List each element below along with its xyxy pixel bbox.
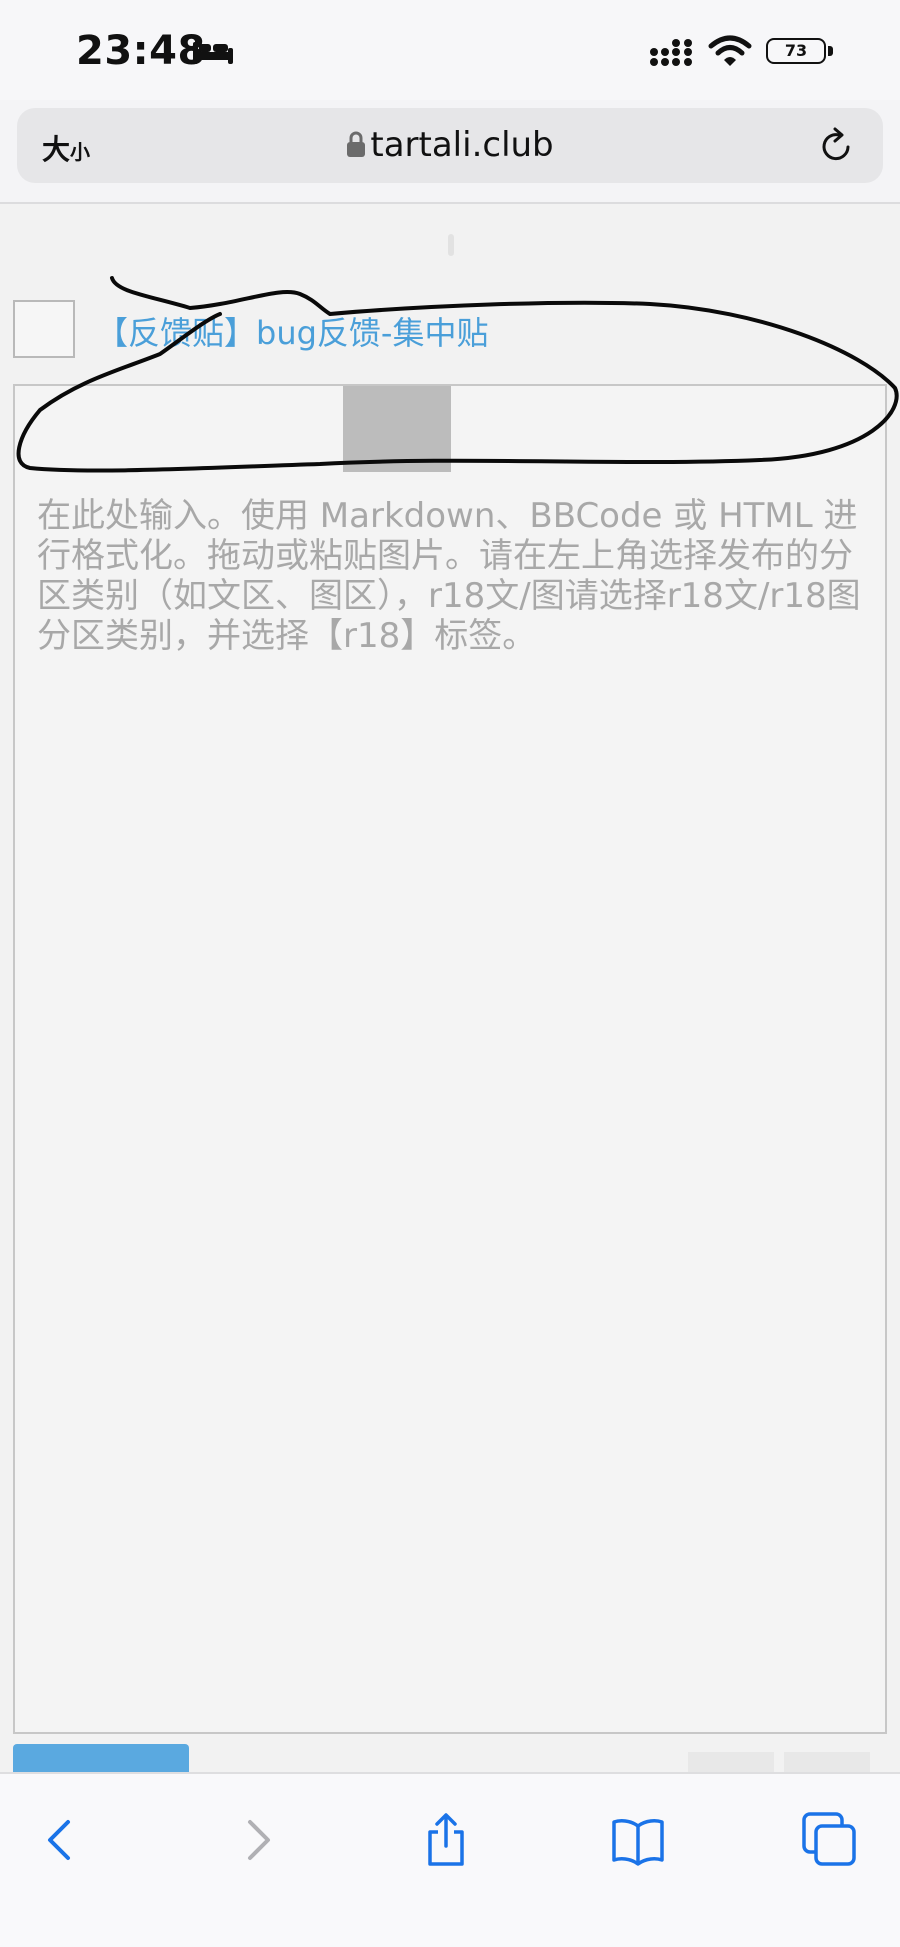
category-selector[interactable]	[13, 300, 75, 358]
status-bar: 23:48 73	[0, 0, 900, 100]
lock-icon	[347, 131, 366, 157]
tabs-icon[interactable]	[800, 1810, 860, 1870]
battery-tip	[828, 46, 833, 56]
url-text: tartali.club	[370, 125, 554, 165]
reload-icon[interactable]	[817, 126, 857, 166]
browser-bottom-toolbar	[0, 1772, 900, 1947]
bed-icon	[193, 42, 233, 64]
address-bar[interactable]: 大小 tartali.club	[17, 108, 883, 183]
wifi-icon	[708, 35, 752, 66]
web-page: 【反馈贴】bug反馈-集中贴 在此处输入。使用 Markdown、BBCode …	[0, 204, 900, 1784]
signal-icon	[650, 39, 692, 66]
forward-icon[interactable]	[226, 1810, 286, 1870]
composer-placeholder: 在此处输入。使用 Markdown、BBCode 或 HTML 进行格式化。拖动…	[37, 496, 861, 656]
screen: 23:48 73 大小 tartali.club 【反馈贴】bug反馈-集中贴 …	[0, 0, 900, 1947]
bookmarks-icon[interactable]	[608, 1810, 668, 1870]
thread-link[interactable]: 【反馈贴】bug反馈-集中贴	[96, 308, 488, 354]
back-icon[interactable]	[32, 1810, 92, 1870]
battery-level: 73	[766, 38, 826, 64]
battery-indicator: 73	[766, 38, 836, 66]
composer-textarea[interactable]: 在此处输入。使用 Markdown、BBCode 或 HTML 进行格式化。拖动…	[13, 384, 887, 1734]
url-field[interactable]: tartali.club	[17, 125, 883, 165]
share-icon[interactable]	[416, 1810, 476, 1870]
editor-toolbar-block[interactable]	[343, 386, 451, 472]
drag-handle[interactable]	[448, 234, 454, 256]
status-time: 23:48	[76, 28, 206, 74]
